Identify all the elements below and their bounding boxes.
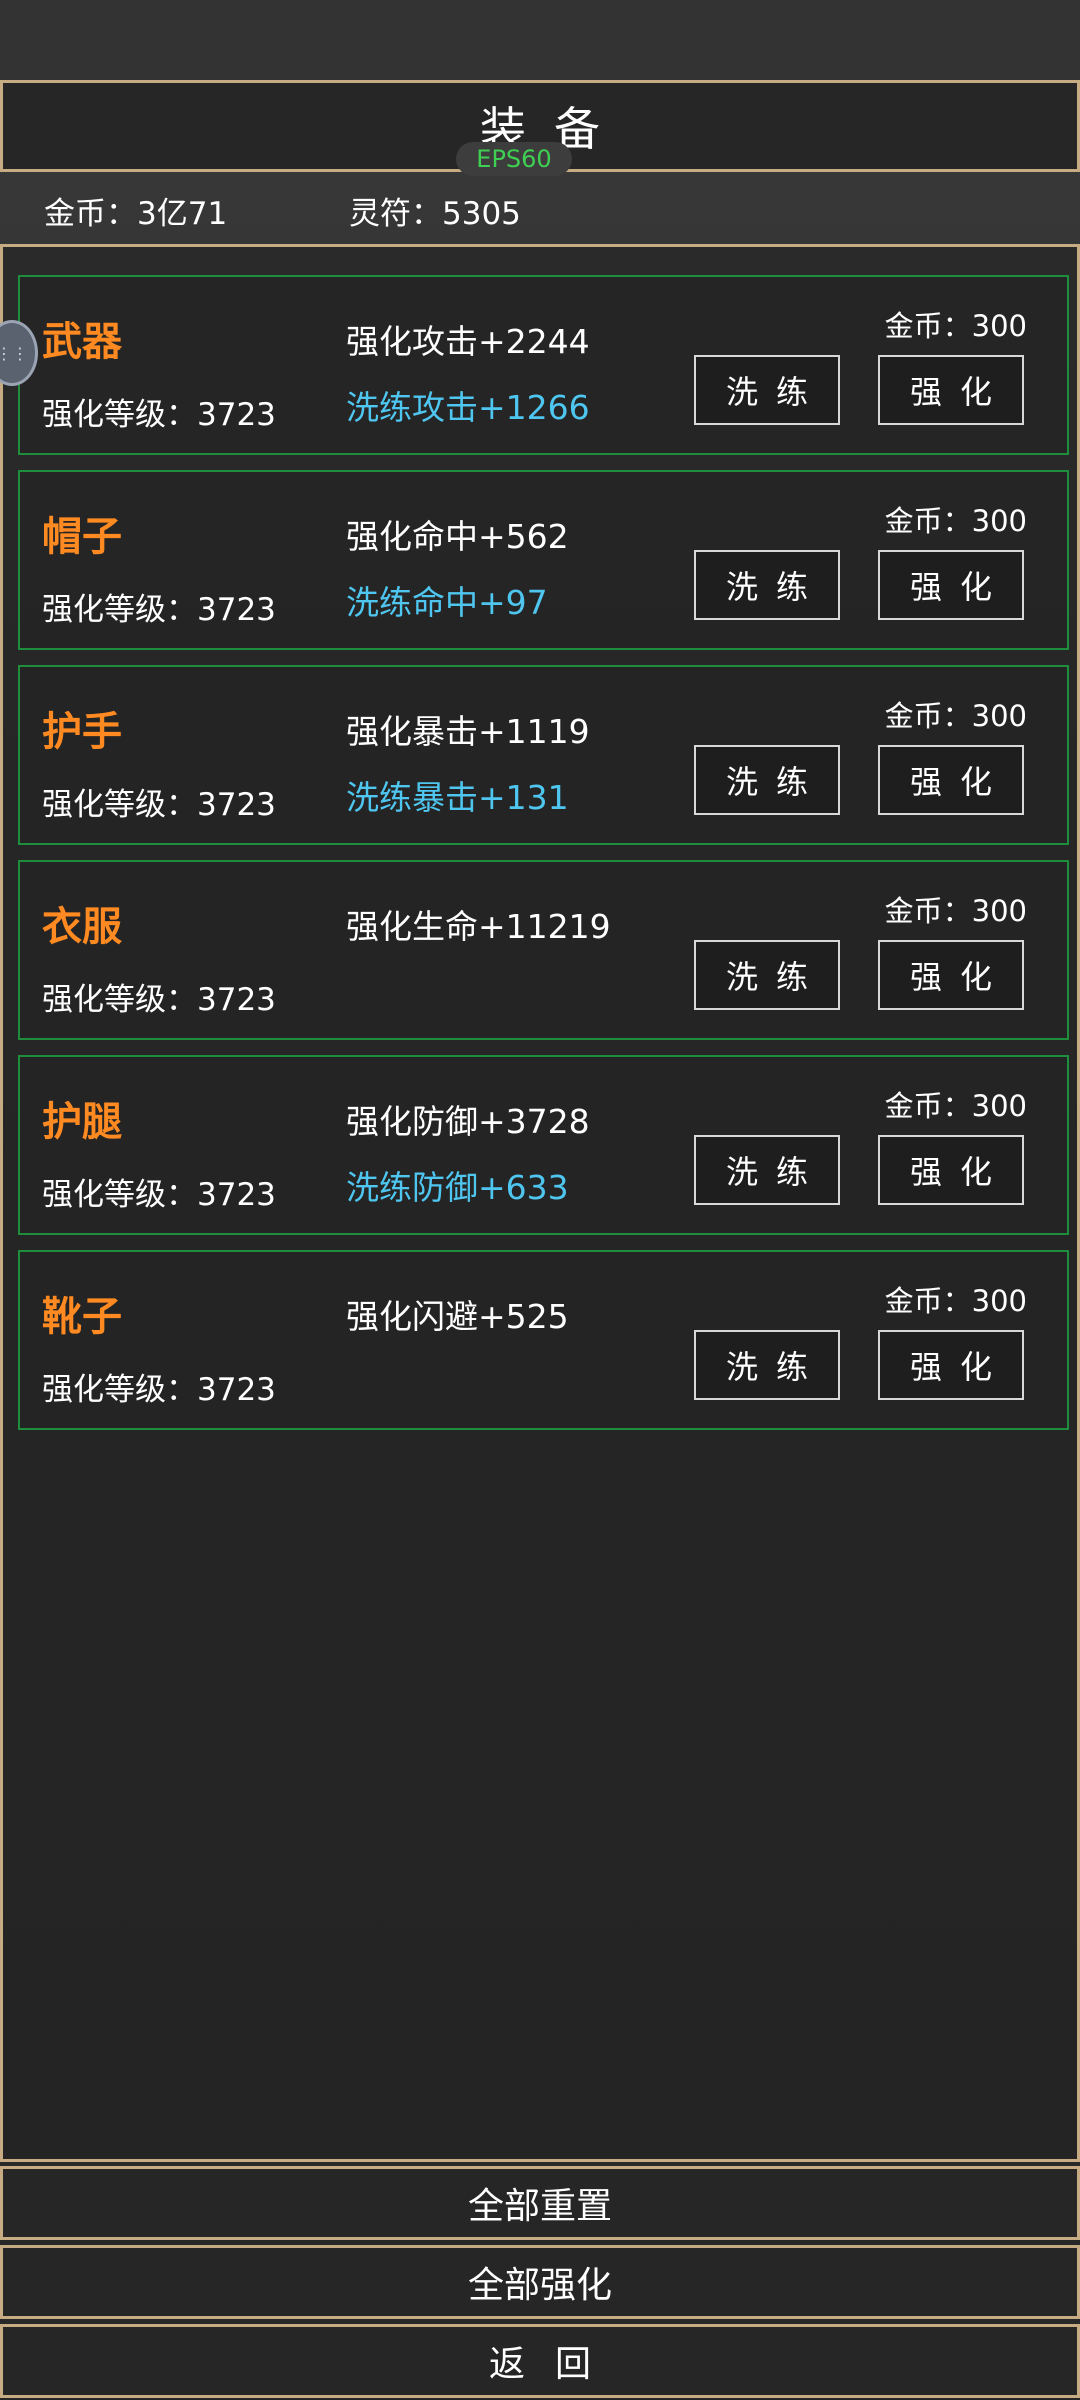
gold-cost: 金币：300 (884, 699, 1027, 733)
gold-cost: 金币：300 (884, 309, 1027, 343)
enhance-level: 强化等级：3723 (42, 592, 276, 628)
refine-button[interactable]: 洗练 (694, 745, 840, 815)
equipment-card-armor: 衣服 强化等级：3723 强化生命+11219 金币：300 洗练 强化 (18, 860, 1069, 1040)
item-name: 护腿 (42, 1099, 122, 1145)
refine-button[interactable]: 洗练 (694, 355, 840, 425)
refine-stat: 洗练防御+633 (346, 1168, 569, 1207)
gold-cost: 金币：300 (884, 504, 1027, 538)
equipment-card-hat: 帽子 强化等级：3723 强化命中+562 洗练命中+97 金币：300 洗练 … (18, 470, 1069, 650)
gold-cost: 金币：300 (884, 1284, 1027, 1318)
top-background (0, 0, 1080, 80)
enhance-level: 强化等级：3723 (42, 787, 276, 823)
enhance-stat: 强化生命+11219 (346, 907, 611, 946)
refine-stat: 洗练暴击+131 (346, 778, 569, 817)
reset-all-button[interactable]: 全部重置 (0, 2166, 1080, 2240)
enhance-button[interactable]: 强化 (878, 745, 1024, 815)
equipment-panel: 武器 强化等级：3723 强化攻击+2244 洗练攻击+1266 金币：300 … (0, 244, 1080, 2162)
fps-counter: EPS60 (456, 142, 572, 176)
refine-button[interactable]: 洗练 (694, 1135, 840, 1205)
refine-stat: 洗练攻击+1266 (346, 388, 590, 427)
enhance-stat: 强化暴击+1119 (346, 712, 590, 751)
enhance-all-button[interactable]: 全部强化 (0, 2245, 1080, 2319)
enhance-button[interactable]: 强化 (878, 1330, 1024, 1400)
refine-button[interactable]: 洗练 (694, 940, 840, 1010)
equipment-card-gloves: 护手 强化等级：3723 强化暴击+1119 洗练暴击+131 金币：300 洗… (18, 665, 1069, 845)
enhance-button[interactable]: 强化 (878, 355, 1024, 425)
item-name: 护手 (42, 709, 122, 755)
equipment-screen: 装备 EPS60 金币：3亿71 灵符：5305 武器 强化等级：3723 强化… (0, 0, 1080, 2400)
enhance-stat: 强化攻击+2244 (346, 322, 590, 361)
enhance-button[interactable]: 强化 (878, 1135, 1024, 1205)
currency-row: 金币：3亿71 灵符：5305 (0, 182, 1080, 232)
enhance-button[interactable]: 强化 (878, 550, 1024, 620)
item-name: 衣服 (42, 904, 122, 950)
refine-stat: 洗练命中+97 (346, 583, 548, 622)
enhance-level: 强化等级：3723 (42, 982, 276, 1018)
enhance-level: 强化等级：3723 (42, 1372, 276, 1408)
equipment-card-weapon: 武器 强化等级：3723 强化攻击+2244 洗练攻击+1266 金币：300 … (18, 275, 1069, 455)
enhance-level: 强化等级：3723 (42, 397, 276, 433)
item-name: 帽子 (42, 514, 122, 560)
equipment-card-boots: 靴子 强化等级：3723 强化闪避+525 金币：300 洗练 强化 (18, 1250, 1069, 1430)
enhance-stat: 强化命中+562 (346, 517, 569, 556)
talisman-amount: 灵符：5305 (349, 196, 521, 232)
refine-button[interactable]: 洗练 (694, 1330, 840, 1400)
item-name: 靴子 (42, 1294, 122, 1340)
enhance-stat: 强化防御+3728 (346, 1102, 590, 1141)
back-button[interactable]: 返回 (0, 2324, 1080, 2398)
item-name: 武器 (42, 319, 122, 365)
enhance-stat: 强化闪避+525 (346, 1297, 569, 1336)
gold-amount: 金币：3亿71 (44, 196, 228, 232)
gold-cost: 金币：300 (884, 1089, 1027, 1123)
enhance-button[interactable]: 强化 (878, 940, 1024, 1010)
gold-cost: 金币：300 (884, 894, 1027, 928)
enhance-level: 强化等级：3723 (42, 1177, 276, 1213)
equipment-card-legs: 护腿 强化等级：3723 强化防御+3728 洗练防御+633 金币：300 洗… (18, 1055, 1069, 1235)
refine-button[interactable]: 洗练 (694, 550, 840, 620)
